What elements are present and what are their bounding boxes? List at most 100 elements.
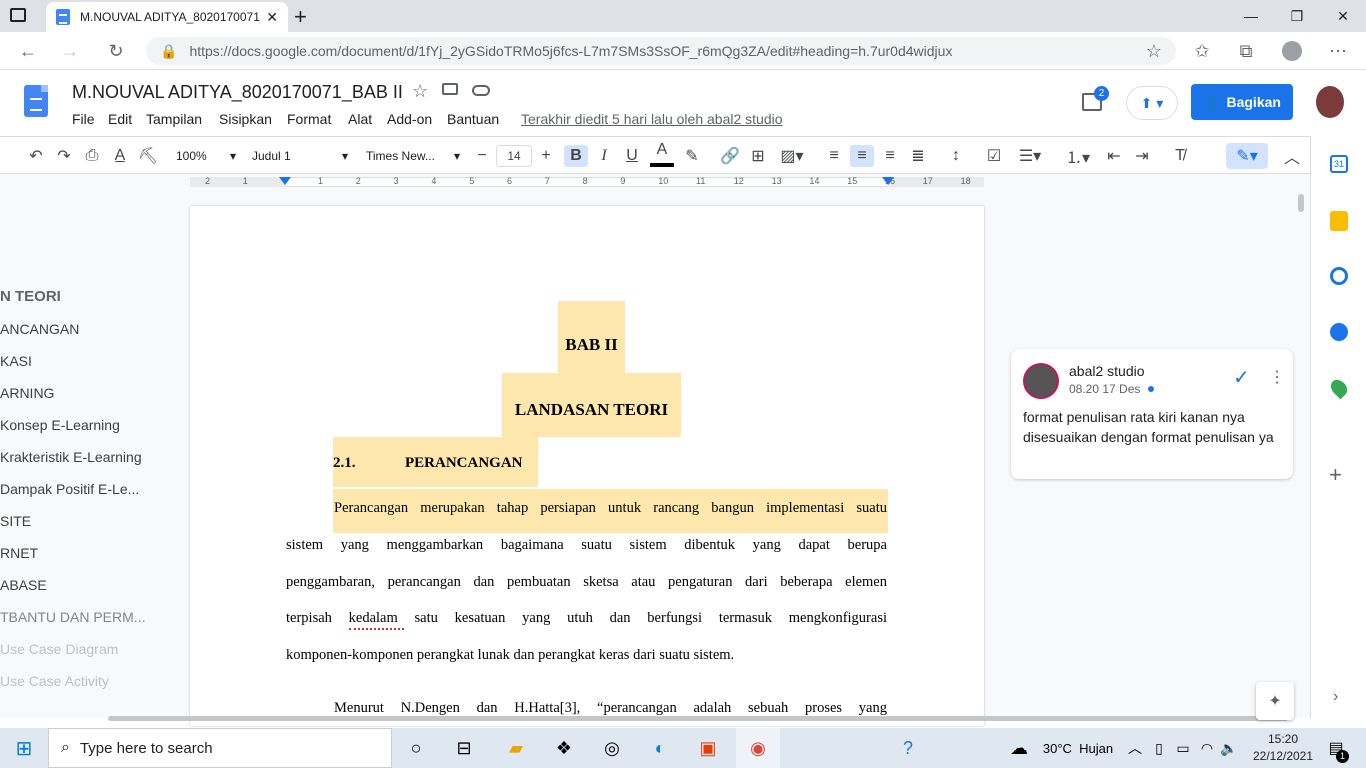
line-spacing-icon[interactable]: ↕ bbox=[944, 137, 968, 175]
zoom-select[interactable]: 100% ▾ bbox=[176, 137, 236, 175]
calendar-icon[interactable]: 31 bbox=[1330, 155, 1348, 173]
clear-formatting-icon[interactable]: T̸ bbox=[1168, 137, 1192, 175]
taskbar-search[interactable]: ⌕ Type here to search bbox=[48, 728, 392, 768]
italic-icon[interactable]: I bbox=[592, 137, 616, 175]
bullet-list-icon[interactable]: ☰▾ bbox=[1010, 137, 1050, 175]
undo-icon[interactable]: ↶ bbox=[24, 137, 48, 175]
cortana-icon[interactable]: ○ bbox=[396, 728, 436, 768]
outline-item[interactable]: ABASE bbox=[0, 577, 47, 593]
outline-item[interactable]: TBANTU DAN PERM... bbox=[0, 609, 145, 625]
checklist-icon[interactable]: ☑ bbox=[982, 137, 1006, 175]
highlight-icon[interactable]: ✎ bbox=[680, 137, 704, 175]
windows-start-icon[interactable]: ⊞ bbox=[0, 728, 48, 768]
font-size-increase-icon[interactable]: + bbox=[536, 137, 556, 175]
back-icon[interactable]: ← bbox=[10, 32, 46, 70]
collections-icon[interactable]: ⧉ bbox=[1228, 32, 1264, 70]
dropbox-icon[interactable]: ❖ bbox=[544, 728, 584, 768]
file-explorer-icon[interactable]: ▰ bbox=[496, 728, 536, 768]
expand-panel-icon[interactable]: › bbox=[1333, 688, 1338, 706]
wifi-icon[interactable]: ◠ bbox=[1196, 728, 1218, 768]
tab-actions-icon[interactable] bbox=[10, 8, 26, 22]
horizontal-scrollbar-thumb[interactable] bbox=[108, 716, 1288, 721]
font-size-decrease-icon[interactable]: − bbox=[472, 137, 492, 175]
move-folder-icon[interactable] bbox=[442, 83, 458, 95]
menu-tools[interactable]: Alat bbox=[348, 111, 372, 127]
task-view-icon[interactable]: ⊟ bbox=[444, 728, 484, 768]
add-addon-icon[interactable]: + bbox=[1329, 462, 1342, 488]
close-window-button[interactable]: ✕ bbox=[1320, 0, 1366, 32]
text-color-icon[interactable]: A bbox=[650, 137, 674, 167]
font-size-input[interactable]: 14 bbox=[496, 145, 532, 167]
numbered-list-icon[interactable]: ⒈▾ bbox=[1058, 137, 1098, 175]
decrease-indent-icon[interactable]: ⇤ bbox=[1102, 137, 1126, 175]
comment-more-icon[interactable]: ⋮ bbox=[1269, 367, 1285, 387]
clock-date[interactable]: 22/12/2021 bbox=[1250, 749, 1316, 763]
print-icon[interactable]: ⎙ bbox=[80, 137, 104, 175]
bold-icon[interactable]: B bbox=[564, 145, 588, 167]
edge-icon[interactable]: ◐ bbox=[640, 728, 680, 768]
underline-icon[interactable]: U bbox=[620, 137, 644, 175]
maps-icon[interactable] bbox=[1327, 376, 1351, 400]
font-select[interactable]: Times New... ▾ bbox=[366, 137, 460, 175]
profile-avatar[interactable] bbox=[1282, 41, 1302, 61]
outline-item[interactable]: ANCANGAN bbox=[0, 321, 79, 337]
app-icon[interactable]: ◎ bbox=[592, 728, 632, 768]
office-icon[interactable]: ▣ bbox=[688, 728, 728, 768]
menu-insert[interactable]: Sisipkan bbox=[219, 111, 272, 127]
browser-tab[interactable]: M.NOUVAL ADITYA_8020170071_BAB II ✕ bbox=[46, 2, 288, 32]
outline-item[interactable]: KASI bbox=[0, 353, 32, 369]
tab-close-icon[interactable]: ✕ bbox=[266, 9, 278, 26]
add-favorite-icon[interactable]: ☆ bbox=[1136, 32, 1172, 70]
document-title[interactable]: M.NOUVAL ADITYA_8020170071_BAB II bbox=[72, 82, 403, 103]
help-icon[interactable]: ? bbox=[890, 728, 926, 768]
menu-format[interactable]: Format bbox=[287, 111, 331, 127]
ruler[interactable]: 2 1 1 2 3 4 5 6 7 8 9 10 11 12 13 14 15 16 17 18 bbox=[0, 174, 1310, 190]
menu-help[interactable]: Bantuan bbox=[447, 111, 499, 127]
outline-item[interactable]: Krakteristik E-Learning bbox=[0, 449, 142, 465]
outline-item[interactable]: SITE bbox=[0, 513, 31, 529]
right-indent-marker[interactable] bbox=[882, 177, 894, 185]
collapse-menu-icon[interactable]: ︿ bbox=[1280, 137, 1304, 175]
insert-image-icon[interactable]: ▨▾ bbox=[774, 137, 810, 175]
volume-icon[interactable]: 🔈 bbox=[1218, 728, 1240, 768]
last-edit-link[interactable]: Terakhir diedit 5 hari lalu oleh abal2 s… bbox=[521, 111, 783, 127]
editing-mode-icon[interactable]: ✎▾ bbox=[1226, 143, 1268, 169]
link-icon[interactable]: 🔗 bbox=[718, 137, 742, 175]
weather-text[interactable]: 30°C Hujan bbox=[1038, 728, 1118, 768]
tasks-icon[interactable] bbox=[1330, 267, 1348, 285]
vertical-scrollbar-thumb[interactable] bbox=[1298, 194, 1304, 212]
outline-item[interactable]: RNET bbox=[0, 545, 38, 561]
present-button[interactable]: ⬆ ▾ bbox=[1126, 86, 1178, 120]
new-tab-button[interactable]: + bbox=[294, 4, 307, 30]
outline-item[interactable]: Konsep E-Learning bbox=[0, 417, 120, 433]
outline-item[interactable]: Dampak Positif E-Le... bbox=[0, 481, 139, 497]
address-bar[interactable]: 🔒 https://docs.google.com/document/d/1fY… bbox=[146, 37, 1176, 65]
favorites-icon[interactable]: ✩ bbox=[1184, 32, 1220, 70]
align-left-icon[interactable]: ≡ bbox=[822, 137, 846, 175]
more-icon[interactable]: ⋯ bbox=[1320, 32, 1356, 70]
resolve-check-icon[interactable]: ✓ bbox=[1233, 365, 1250, 390]
chrome-icon[interactable]: ◉ bbox=[736, 728, 780, 768]
star-icon[interactable]: ☆ bbox=[412, 81, 428, 102]
tray-chevron-icon[interactable]: ︿ bbox=[1124, 728, 1146, 768]
increase-indent-icon[interactable]: ⇥ bbox=[1130, 137, 1154, 175]
align-center-icon[interactable]: ≡ bbox=[850, 145, 874, 167]
menu-edit[interactable]: Edit bbox=[108, 111, 132, 127]
tray-device-icon[interactable]: ▯ bbox=[1148, 728, 1170, 768]
paint-format-icon[interactable]: ⛏ bbox=[136, 137, 160, 175]
explore-button[interactable]: ✦ bbox=[1256, 682, 1294, 720]
menu-view[interactable]: Tampilan bbox=[146, 111, 202, 127]
outline-item[interactable]: Use Case Diagram bbox=[0, 641, 118, 657]
minimize-button[interactable]: — bbox=[1228, 0, 1274, 32]
add-comment-icon[interactable]: ⊞ bbox=[746, 137, 770, 175]
docs-logo-icon[interactable] bbox=[24, 85, 48, 117]
cloud-status-icon[interactable] bbox=[472, 85, 490, 96]
restore-button[interactable]: ❐ bbox=[1274, 0, 1320, 32]
left-indent-marker[interactable] bbox=[279, 177, 291, 185]
outline-item[interactable]: Use Case Activity bbox=[0, 673, 109, 689]
share-button[interactable]: 👤 Bagikan bbox=[1191, 84, 1293, 120]
contacts-icon[interactable] bbox=[1330, 323, 1348, 341]
clock-time[interactable]: 15:20 bbox=[1250, 732, 1316, 746]
reload-icon[interactable]: ↻ bbox=[98, 32, 134, 70]
comment-card[interactable]: abal2 studio 08.20 17 Des ✓ ⋮ format pen… bbox=[1011, 349, 1293, 479]
